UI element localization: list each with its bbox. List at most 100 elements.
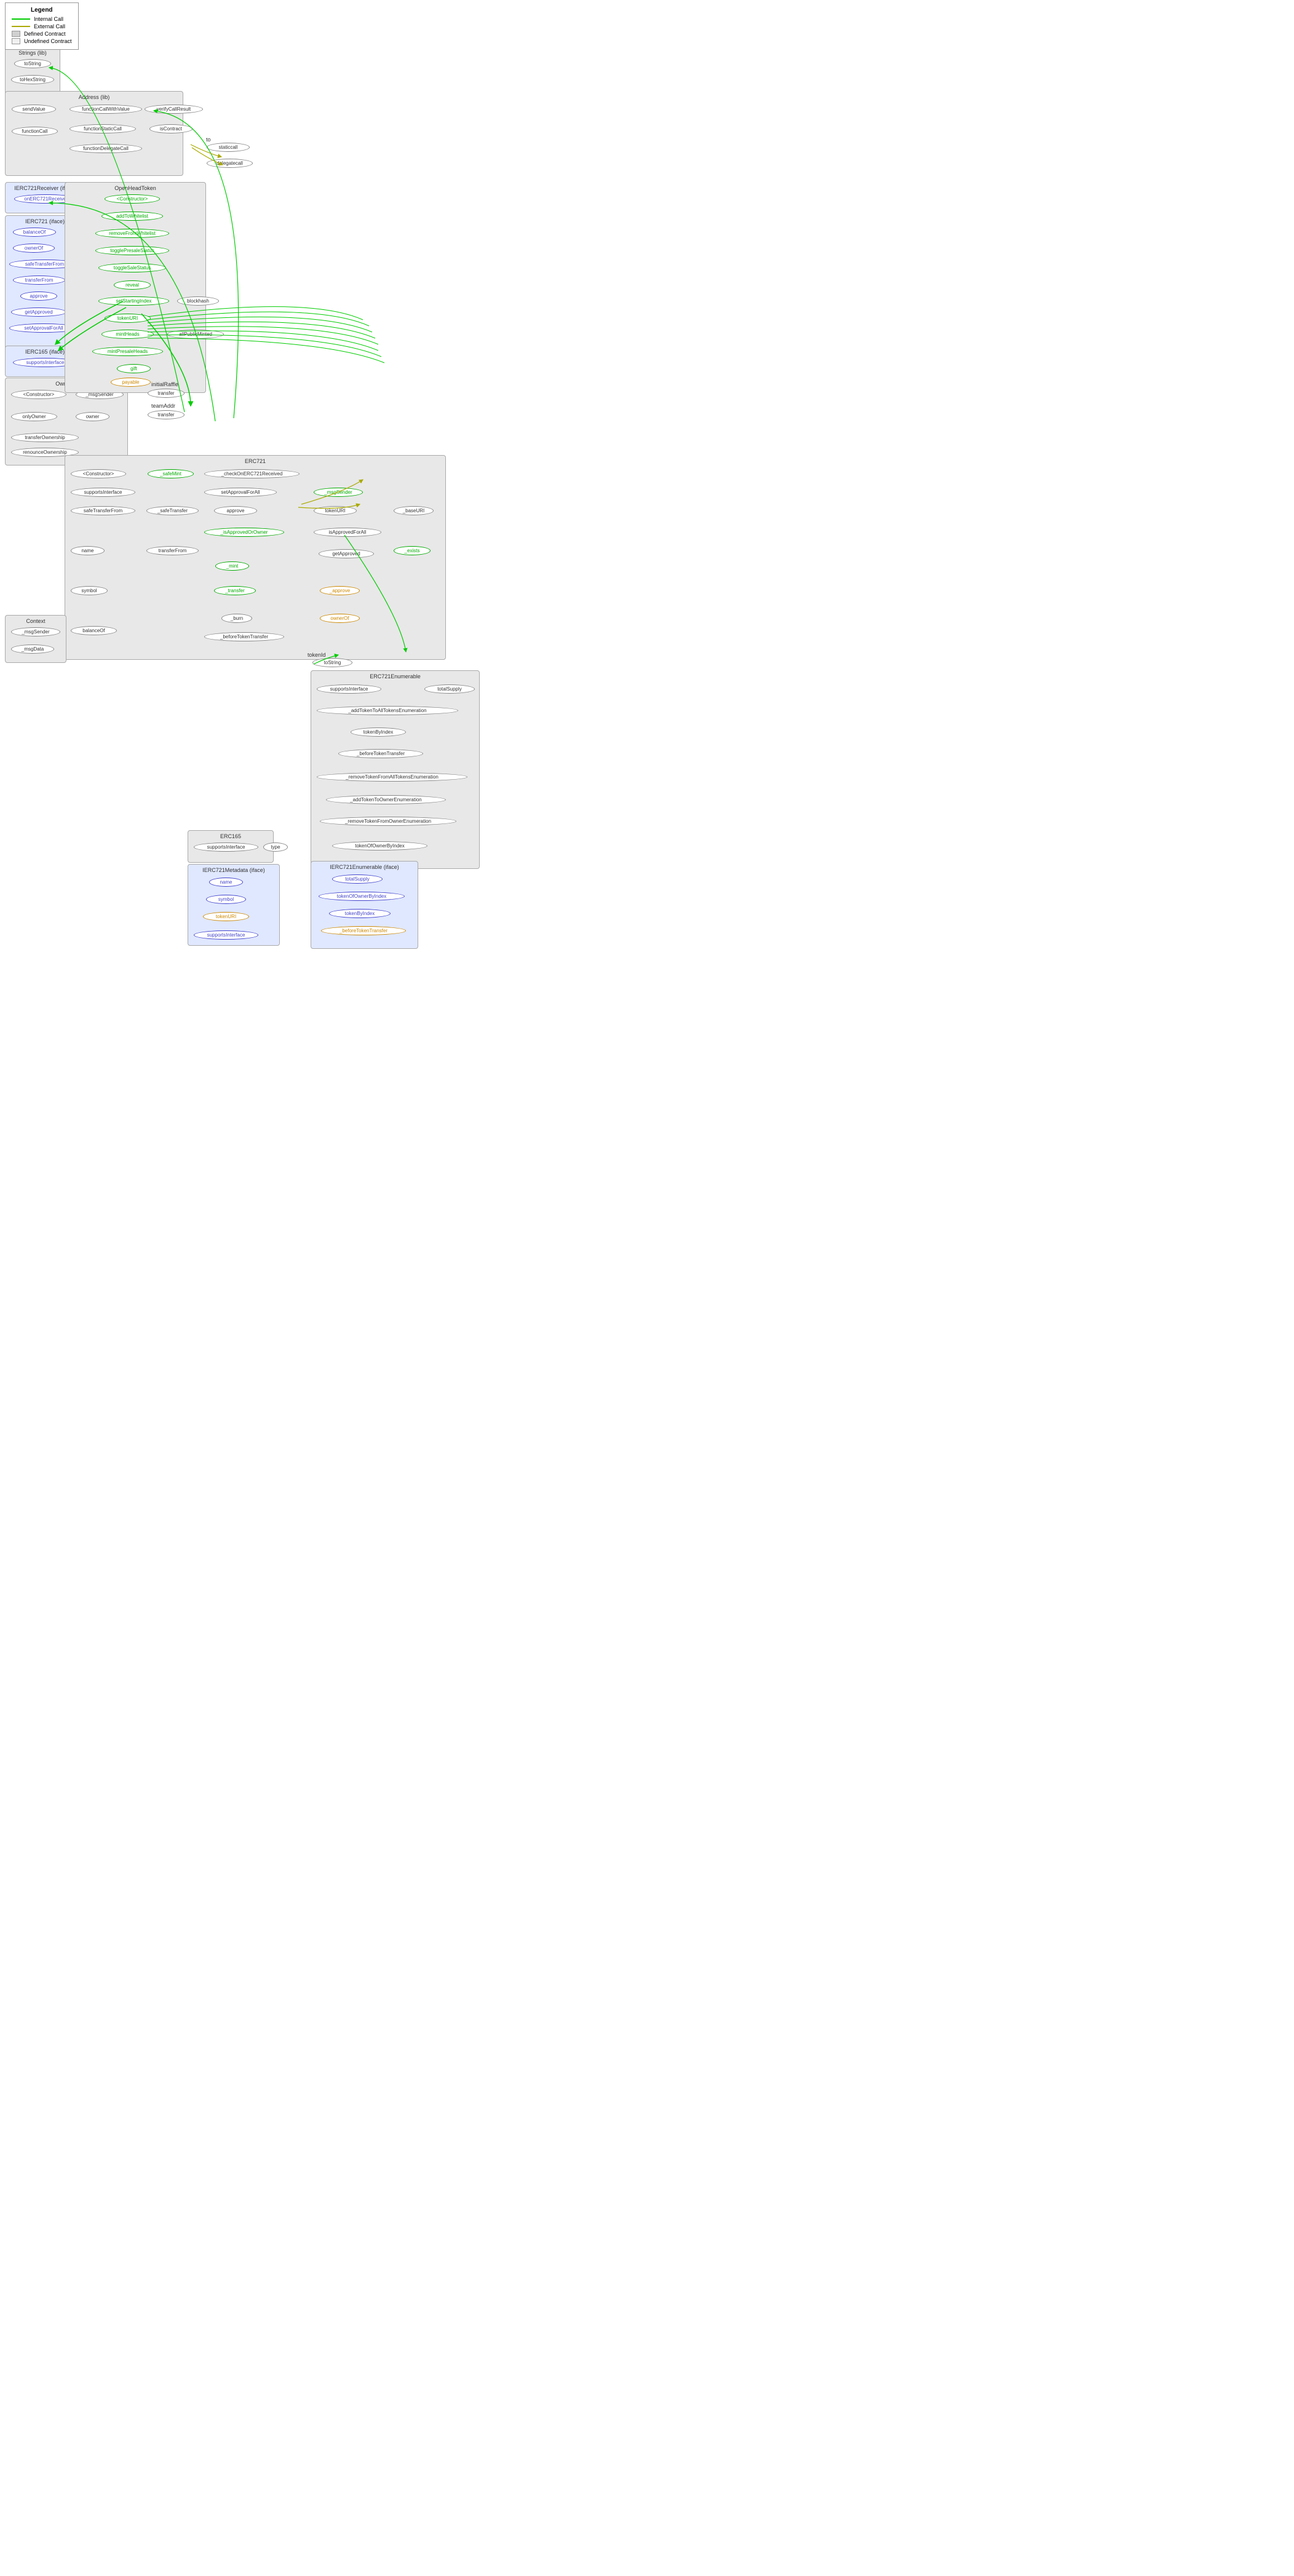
node-setapprovalforall-erc721[interactable]: setApprovalForAll xyxy=(204,488,277,497)
node-payable[interactable]: payable xyxy=(111,378,151,387)
node-functioncallwithvalue[interactable]: functionCallWithValue xyxy=(69,105,142,114)
legend-item-undefined: Undefined Contract xyxy=(12,38,72,44)
node-tokenuri-meta[interactable]: tokenURI xyxy=(203,912,249,921)
node-allpublicminted[interactable]: allPublicMinted xyxy=(167,330,224,339)
node-msgsender-ctx[interactable]: _msgSender xyxy=(11,627,60,636)
strings-lib-box: Strings (lib) toString toHexString xyxy=(5,47,60,95)
target-label: to xyxy=(206,137,211,143)
node-beforetokentransfer-ienum[interactable]: _beforeTokenTransfer xyxy=(321,926,406,935)
tokenid-label: tokenId xyxy=(308,652,326,658)
node-onlyowner[interactable]: onlyOwner xyxy=(11,412,57,421)
node-getapproved-erc721[interactable]: getApproved xyxy=(319,549,374,558)
node-tokenofownerbyindex-ienum[interactable]: tokenOfOwnerByIndex xyxy=(319,892,405,901)
node-functionstaticcall[interactable]: functionStaticCall xyxy=(69,124,136,133)
node-iscontract-addr[interactable]: isContract xyxy=(149,124,193,133)
node-safemint[interactable]: _safeMint xyxy=(148,469,194,478)
node-tokenbyindex-enm[interactable]: tokenByIndex xyxy=(351,727,406,737)
node-removetokenfromall[interactable]: _removeTokenFromAllTokensEnumeration xyxy=(317,772,467,782)
node-tokenofownerbyindex-enm[interactable]: tokenOfOwnerByIndex xyxy=(332,841,427,850)
node-functiondelegatecall[interactable]: functionDelegateCall xyxy=(69,144,142,153)
node-sendvalue[interactable]: sendValue xyxy=(12,105,56,114)
node-reveal[interactable]: reveal xyxy=(114,280,151,290)
node-tostring[interactable]: toString xyxy=(14,59,51,68)
node-exists[interactable]: _exists xyxy=(394,546,431,555)
node-tostring-tokenid[interactable]: toString xyxy=(312,658,352,667)
node-ownerof-iface[interactable]: ownerOf xyxy=(13,244,55,253)
node-type-erc165[interactable]: type xyxy=(263,842,288,852)
node-tokenuri-erc721[interactable]: tokenURI xyxy=(314,506,357,515)
node-totalsupply-ienum[interactable]: totalSupply xyxy=(332,874,383,884)
external-call-line xyxy=(12,26,30,27)
node-mintpresaleheads[interactable]: mintPresaleHeads xyxy=(92,347,163,356)
node-transfer-1[interactable]: transfer xyxy=(148,389,185,398)
address-lib-title: Address (lib) xyxy=(8,94,180,100)
node-safetransfer[interactable]: _safeTransfer xyxy=(146,506,199,515)
node-checkonERC721received[interactable]: _checkOnERC721Received xyxy=(204,469,300,478)
node-functioncall-addr[interactable]: functionCall xyxy=(12,127,58,136)
node-tokenuri-oht[interactable]: tokenURI xyxy=(105,314,151,323)
node-supportsinterface-erc165[interactable]: supportsInterface xyxy=(194,842,258,852)
node-symbol-meta[interactable]: symbol xyxy=(206,895,246,904)
node-togglesalestatus[interactable]: toggleSaleStatus xyxy=(98,263,166,272)
defined-contract-box xyxy=(12,31,20,37)
node-addtokentoall[interactable]: _addTokenToAllTokensEnumeration xyxy=(317,706,458,715)
node-addtokentoowner[interactable]: _addTokenToOwnerEnumeration xyxy=(326,795,446,804)
node-isapprovedforall-erc721[interactable]: isApprovedForAll xyxy=(314,528,381,537)
node-constructor-erc721[interactable]: <Constructor> xyxy=(71,469,126,478)
erc721-title: ERC721 xyxy=(68,458,443,464)
node-constructor-ownable[interactable]: <Constructor> xyxy=(11,390,66,399)
teamaddr-label: teamAddr xyxy=(151,403,175,409)
node-isapprovedorowner[interactable]: _isApprovedOrOwner xyxy=(204,528,284,537)
node-name-erc721[interactable]: name xyxy=(71,546,105,555)
node-constructor-oht[interactable]: <Constructor> xyxy=(105,194,160,204)
node-supportsinterface-enm[interactable]: supportsInterface xyxy=(317,684,381,694)
legend-box: Legend Internal Call External Call Defin… xyxy=(5,2,79,50)
node-getapproved-iface[interactable]: getApproved xyxy=(11,307,66,317)
node-approve-erc721[interactable]: approve xyxy=(214,506,257,515)
node-blockhash-oht[interactable]: blockhash xyxy=(177,296,219,306)
node-burn[interactable]: _burn xyxy=(221,614,252,623)
node-setstartingindex[interactable]: setStartingIndex xyxy=(98,296,169,306)
node-baseuri[interactable]: _baseURI xyxy=(394,506,434,515)
node-transfer-2[interactable]: transfer xyxy=(148,410,185,419)
node-balanceof-erc721[interactable]: balanceOf xyxy=(71,626,117,635)
strings-lib-title: Strings (lib) xyxy=(8,50,57,56)
node-togglepresalestatus[interactable]: togglePresaleStatus xyxy=(95,246,169,255)
node-supportsinterface-erc721[interactable]: supportsInterface xyxy=(71,488,135,497)
node-verifycallresult[interactable]: verifyCallResult xyxy=(145,105,203,114)
node-name-meta[interactable]: name xyxy=(209,878,243,887)
node-msgsender-erc721[interactable]: _msgSender xyxy=(314,488,363,497)
node-addtowhitelist[interactable]: addToWhitelist xyxy=(101,212,163,221)
node-msgdata-ctx[interactable]: _msgData xyxy=(11,644,54,654)
node-removefromwhitelist[interactable]: removeFromWhitelist xyxy=(95,229,169,238)
node-safetransferfrom-erc721[interactable]: safeTransferFrom xyxy=(71,506,135,515)
node-supportsinterface-meta[interactable]: supportsInterface xyxy=(194,930,258,940)
node-beforetokentransfer-erc721[interactable]: _beforeTokenTransfer xyxy=(204,632,284,641)
node-approve-iface[interactable]: approve xyxy=(20,291,57,301)
node-transferfrom-erc721[interactable]: transferFrom xyxy=(146,546,199,555)
node-tohexstring[interactable]: toHexString xyxy=(11,75,54,84)
node-balanceof-iface[interactable]: balanceOf xyxy=(13,228,56,237)
erc721-box: ERC721 <Constructor> supportsInterface s… xyxy=(65,455,446,660)
node-transferownership[interactable]: transferOwnership xyxy=(11,433,79,442)
node-tokenbyindex-ienum[interactable]: tokenByIndex xyxy=(329,909,391,918)
erc165-title: ERC165 xyxy=(191,833,271,839)
legend-item-internal: Internal Call xyxy=(12,16,72,22)
node-ownerof-erc721[interactable]: ownerOf xyxy=(320,614,360,623)
node-beforetokentransfer-enm[interactable]: _beforeTokenTransfer xyxy=(338,749,423,758)
node-approve-inner[interactable]: _approve xyxy=(320,586,360,595)
node-symbol-erc721[interactable]: symbol xyxy=(71,586,108,595)
node-staticcall[interactable]: staticcall xyxy=(207,143,250,152)
node-mint[interactable]: _mint xyxy=(215,561,249,571)
node-transfer-erc721[interactable]: _transfer xyxy=(214,586,256,595)
node-totalsupply-enm[interactable]: totalSupply xyxy=(424,684,475,694)
ierc721metadata-title: IERC721Metadata (iface) xyxy=(191,867,277,873)
diagram-container: Legend Internal Call External Call Defin… xyxy=(0,0,486,965)
node-gift[interactable]: gift xyxy=(117,364,151,373)
node-mintheads[interactable]: mintHeads xyxy=(101,330,154,339)
node-owner[interactable]: owner xyxy=(76,412,109,421)
legend-item-defined: Defined Contract xyxy=(12,31,72,37)
node-transferfrom-iface[interactable]: transferFrom xyxy=(13,275,65,285)
node-delegatecall[interactable]: delegatecall xyxy=(207,159,253,168)
node-removetokenfromowner[interactable]: _removeTokenFromOwnerEnumeration xyxy=(320,817,456,826)
